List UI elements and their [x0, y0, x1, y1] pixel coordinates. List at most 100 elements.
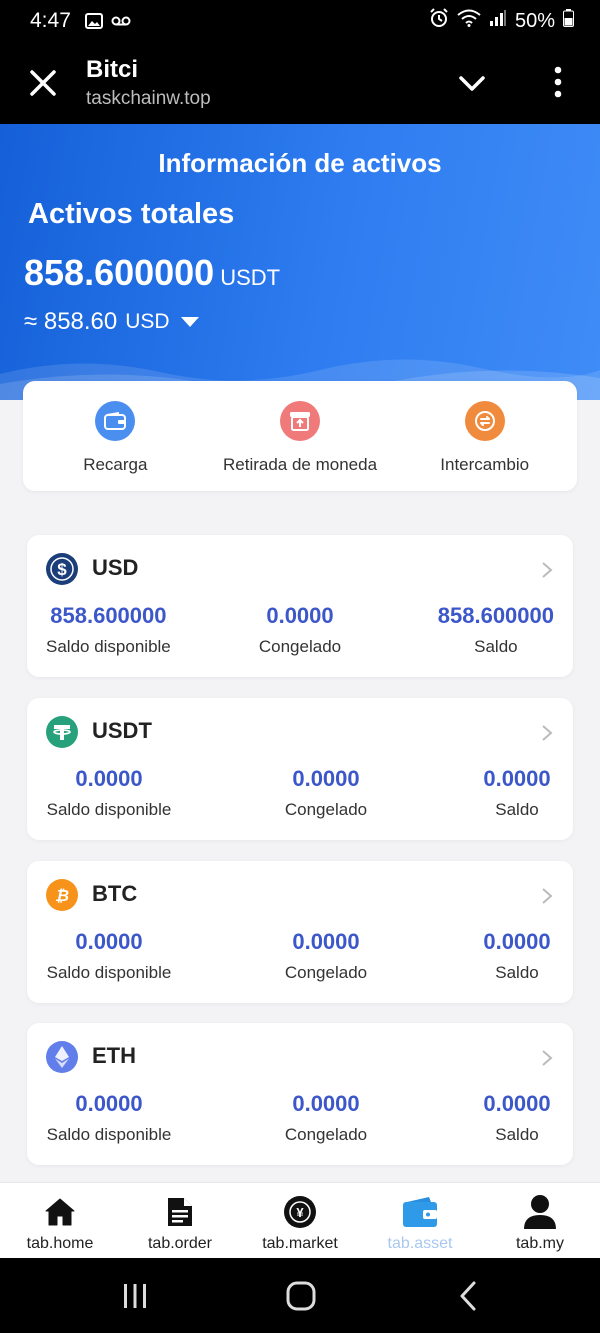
tab-my[interactable]: tab.my	[480, 1183, 600, 1258]
total-assets-label: Activos totales	[28, 198, 235, 230]
status-bar: 4:47 50%	[0, 0, 600, 42]
recharge-label: Recarga	[83, 455, 148, 474]
tab-asset[interactable]: tab.asset	[360, 1183, 480, 1258]
tab-home[interactable]: tab.home	[0, 1183, 120, 1258]
available-label: Saldo disponible	[46, 963, 172, 982]
balance-column: 0.0000 Saldo	[480, 766, 554, 820]
tab-label: tab.market	[262, 1235, 338, 1252]
balance-value: 0.0000	[483, 929, 551, 954]
exchange-icon	[464, 401, 505, 441]
recent-apps-icon[interactable]	[118, 1280, 152, 1312]
frozen-label: Congelado	[284, 963, 368, 982]
battery-icon	[563, 9, 574, 33]
system-nav-bar	[0, 1258, 600, 1333]
coin-name: USDT	[92, 718, 152, 743]
chevron-down-icon[interactable]	[458, 70, 486, 98]
coin-card-btc[interactable]: ₿ BTC 0.0000 Saldo disponible 0.0000 Con…	[27, 861, 573, 1003]
available-label: Saldo disponible	[46, 800, 172, 819]
tab-label: tab.order	[147, 1235, 213, 1252]
frozen-value: 0.0000	[266, 603, 334, 628]
total-assets-amount: 858.600000 USDT	[24, 252, 280, 294]
tab-order[interactable]: tab.order	[120, 1183, 240, 1258]
battery-level: 50%	[514, 9, 555, 32]
bitcoin-icon: ₿	[46, 879, 78, 911]
coin-name: ETH	[92, 1043, 136, 1068]
voicemail-icon	[111, 15, 131, 27]
chevron-right-icon	[542, 725, 553, 741]
svg-text:¥: ¥	[296, 1205, 304, 1220]
coin-card-eth[interactable]: ETH 0.0000 Saldo disponible 0.0000 Conge…	[27, 1023, 573, 1165]
balance-value: 0.0000	[483, 766, 551, 791]
home-button-icon[interactable]	[284, 1280, 318, 1312]
wallet-icon	[95, 401, 136, 441]
frozen-column: 0.0000 Congelado	[247, 603, 353, 657]
alarm-icon	[429, 8, 449, 34]
balance-label: Saldo	[495, 800, 539, 819]
recharge-button[interactable]: Recarga	[23, 381, 208, 491]
close-icon[interactable]	[28, 68, 58, 98]
assets-hero: Información de activos Activos totales 8…	[0, 124, 600, 404]
exchange-label: Intercambio	[440, 455, 530, 474]
tab-market[interactable]: ¥ tab.market	[240, 1183, 360, 1258]
browser-url: taskchainw.top	[86, 88, 211, 109]
wifi-icon	[457, 9, 481, 33]
document-icon	[161, 1193, 199, 1231]
tab-label: tab.asset	[387, 1235, 453, 1252]
frozen-label: Congelado	[258, 637, 342, 656]
available-column: 0.0000 Saldo disponible	[46, 766, 172, 820]
total-amount-value: 858.600000	[24, 252, 215, 293]
available-column: 858.600000 Saldo disponible	[46, 603, 171, 657]
status-time: 4:47	[30, 9, 71, 32]
frozen-value: 0.0000	[292, 766, 360, 791]
approx-unit: USD	[125, 310, 170, 333]
chevron-right-icon	[542, 888, 553, 904]
tab-label: tab.my	[515, 1235, 564, 1252]
available-value: 0.0000	[75, 929, 143, 954]
frozen-column: 0.0000 Congelado	[273, 1091, 379, 1145]
signal-icon	[489, 9, 507, 33]
balance-label: Saldo	[474, 637, 518, 656]
tether-icon	[46, 716, 78, 748]
page-title: Información de activos	[158, 148, 442, 178]
frozen-label: Congelado	[284, 1125, 368, 1144]
chevron-right-icon	[542, 562, 553, 578]
dollar-icon: $	[46, 553, 78, 585]
wallet-icon	[401, 1193, 439, 1231]
balance-column: 0.0000 Saldo	[480, 1091, 554, 1145]
approx-amount: ≈ 858.60	[24, 308, 118, 335]
browser-header: Bitci taskchainw.top	[0, 42, 600, 124]
market-icon: ¥	[281, 1193, 319, 1231]
balance-label: Saldo	[495, 963, 539, 982]
exchange-button[interactable]: Intercambio	[392, 381, 577, 491]
balance-label: Saldo	[495, 1125, 539, 1144]
coin-card-usdt[interactable]: USDT 0.0000 Saldo disponible 0.0000 Cong…	[27, 698, 573, 840]
available-value: 858.600000	[50, 603, 167, 628]
coin-name: USD	[92, 555, 139, 580]
chevron-right-icon	[542, 1050, 553, 1066]
available-label: Saldo disponible	[46, 637, 171, 656]
available-value: 0.0000	[75, 766, 143, 791]
frozen-value: 0.0000	[292, 929, 360, 954]
home-icon	[41, 1193, 79, 1231]
gallery-icon	[84, 13, 103, 29]
currency-selector[interactable]: ≈ 858.60 USD	[24, 308, 200, 336]
frozen-column: 0.0000 Congelado	[273, 929, 379, 983]
balance-value: 0.0000	[483, 1091, 551, 1116]
frozen-label: Congelado	[284, 800, 368, 819]
coin-name: BTC	[92, 881, 138, 906]
ethereum-icon	[46, 1041, 78, 1073]
available-column: 0.0000 Saldo disponible	[46, 929, 172, 983]
balance-value: 858.600000	[437, 603, 554, 628]
withdraw-icon	[280, 401, 320, 441]
more-options-icon[interactable]	[548, 66, 568, 98]
withdraw-button[interactable]: Retirada de moneda	[208, 381, 393, 491]
frozen-column: 0.0000 Congelado	[273, 766, 379, 820]
coin-card-usd[interactable]: $ USD 858.600000 Saldo disponible 0.0000…	[27, 535, 573, 677]
back-icon[interactable]	[452, 1280, 486, 1312]
total-amount-unit: USDT	[220, 265, 281, 290]
balance-column: 0.0000 Saldo	[480, 929, 554, 983]
available-column: 0.0000 Saldo disponible	[46, 1091, 172, 1145]
svg-text:$: $	[57, 560, 67, 579]
browser-title: Bitci	[86, 56, 139, 83]
withdraw-label: Retirada de moneda	[222, 455, 378, 474]
